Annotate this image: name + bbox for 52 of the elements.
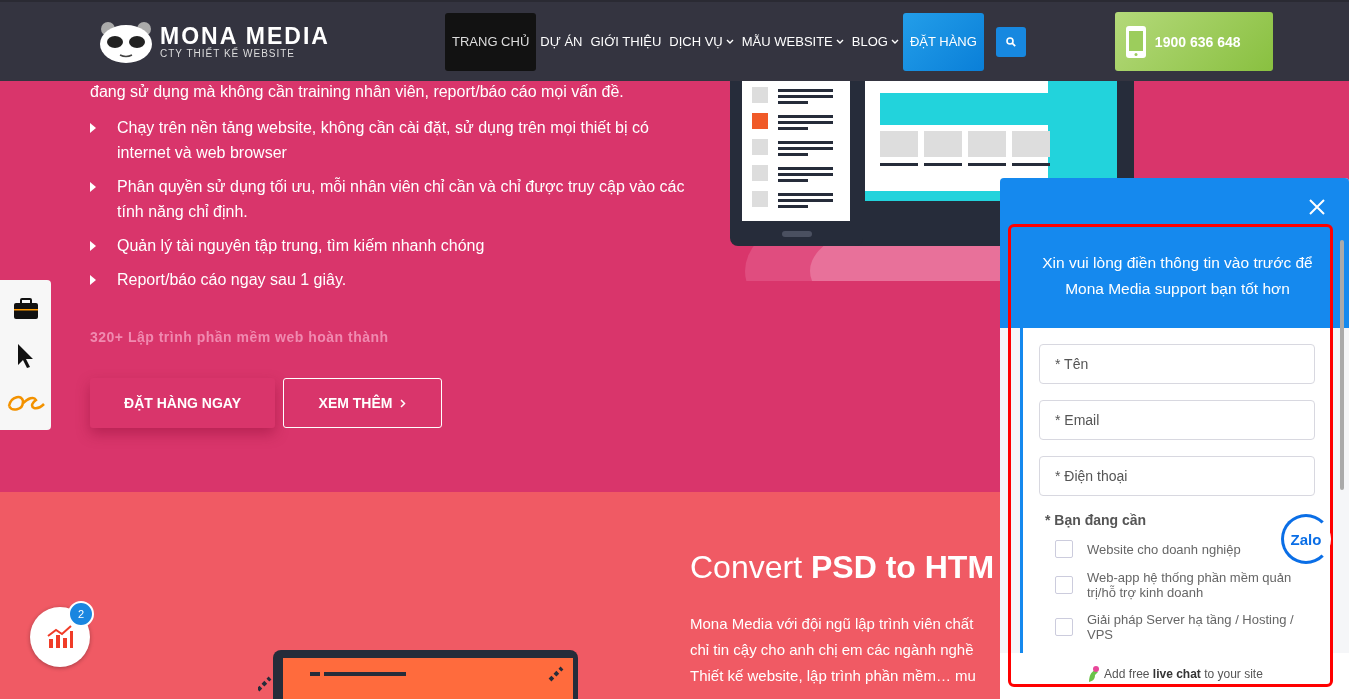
option-label: Giải pháp Server hạ tầng / Hosting / VPS [1087,612,1295,642]
nav-link[interactable]: DỊCH VỤ [665,12,738,71]
section-title: Convert PSD to HTM [690,549,995,586]
bullet-text: Report/báo cáo ngay sau 1 giây. [117,270,347,290]
input-field[interactable]: * Điện thoại [1039,456,1315,496]
chat-heading: Xin vui lòng điền thông tin vào trước để Mona Media support bạn tốt hơn [1041,253,1314,299]
brand-tagline: CTY THIẾT KẾ WEBSITE [160,48,297,59]
nav-link[interactable]: TRANG CHỦ [445,12,537,71]
checkbox[interactable] [1055,576,1073,594]
bullet-icon [90,275,97,285]
need-label: * Bạn đang cần [1045,512,1148,528]
nav-link[interactable]: DỰ ÁN [536,12,587,71]
scrollbar[interactable] [1340,240,1344,490]
nav-link[interactable]: MẪU WEBSITE [737,12,848,71]
chevron-icon [400,398,407,408]
see-more-button[interactable]: XEM THÊM [283,378,442,428]
caret-icon [890,39,899,44]
nav-link[interactable]: GIỚI THIỆU [586,12,666,71]
input-field[interactable]: * Tên [1039,344,1315,384]
bullet-icon [90,123,97,133]
briefcase-icon[interactable] [12,297,39,320]
bullet-icon [90,241,97,251]
intro-text: đang sử dụng mà không cần training nhân viên, report/báo cáo mọi vấn đề. [90,82,625,101]
cursor-icon[interactable] [16,343,35,369]
nav-link[interactable]: BLOG [847,12,903,71]
bullet-text: Phân quyền sử dụng tối ưu, mỗi nhân viên chỉ cần và chỉ được truy cập vào các tính năng chỉ định. [117,176,686,222]
brand-name: MONA MEDIA [160,24,330,48]
chart-icon [46,625,74,649]
phone-icon [1124,24,1147,59]
parrot-icon [1086,665,1101,683]
description-line: chỉ tin cậy cho anh chị em các ngành nghề [690,640,975,660]
stat-text: 320+ Lập trình phần mềm web hoàn thành [90,329,390,345]
description-line: Thiết kế website, lập trình phần mềm… mu [690,666,977,686]
search-button[interactable] [995,26,1026,57]
checkbox[interactable] [1055,618,1073,636]
live-chat-promo: Add free live chat to your site [1104,667,1263,681]
caret-icon [725,39,734,44]
checkbox[interactable] [1055,540,1073,558]
notification-badge: 2 [68,601,94,627]
bullet-text: Quản lý tài nguyên tập trung, tìm kiếm nhanh chóng [117,236,485,256]
option-label: Website cho doanh nghiệp [1087,541,1241,557]
order-now-button[interactable]: ĐẶT HÀNG NGAY [90,378,275,428]
input-field[interactable]: * Email [1039,400,1315,440]
description-line: Mona Media với đội ngũ lập trình viên chất [690,614,975,634]
caret-icon [835,39,844,44]
panda-logo-icon [98,19,154,64]
bullet-text: Chạy trên nền tảng website, không cần cài đặt, sử dụng trên mọi thiết bị có internet và web browser [117,118,650,163]
bullet-icon [90,182,97,192]
search-icon [1005,36,1016,47]
option-label: Web-app hệ thống phần mềm quản trị/hỗ trợ kinh doanh [1087,570,1293,600]
stats-chart-button[interactable] [30,607,90,667]
order-button[interactable]: ĐẶT HÀNG [902,12,984,71]
